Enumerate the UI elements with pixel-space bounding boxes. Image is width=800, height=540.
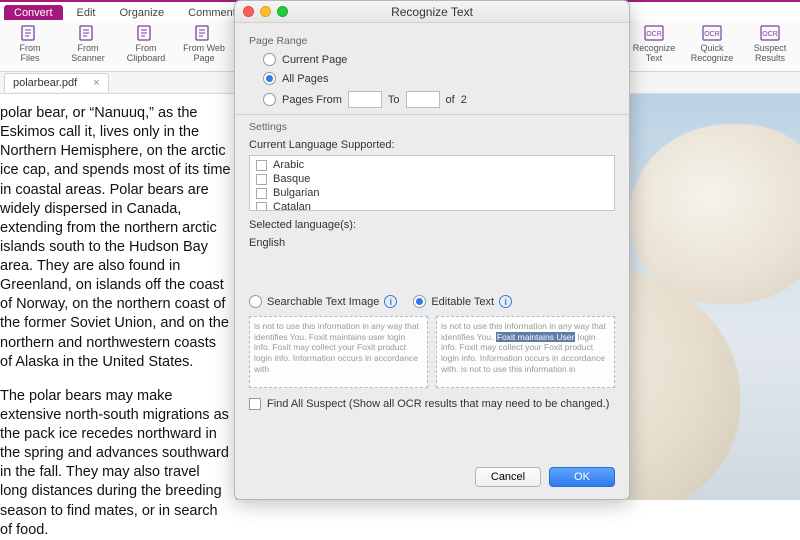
close-window-icon[interactable] xyxy=(243,6,254,17)
checkbox-icon xyxy=(256,202,267,212)
svg-text:OCR: OCR xyxy=(704,31,720,38)
dialog-titlebar: Recognize Text xyxy=(235,1,629,23)
current-page-option[interactable]: Current Page xyxy=(263,53,615,66)
option-label: All Pages xyxy=(282,73,328,85)
svg-text:OCR: OCR xyxy=(762,31,778,38)
window-controls xyxy=(243,6,288,17)
pages-from-option[interactable]: Pages From To of 2 xyxy=(263,91,615,108)
total-pages: 2 xyxy=(461,94,467,106)
close-tab-icon[interactable]: × xyxy=(93,77,99,89)
language-item[interactable]: Arabic xyxy=(250,158,614,172)
ribbon-from-web-page[interactable]: From WebPage xyxy=(180,24,228,64)
language-supported-label: Current Language Supported: xyxy=(249,139,615,151)
svg-text:OCR: OCR xyxy=(646,31,662,38)
radio-icon xyxy=(263,93,276,106)
dialog-title: Recognize Text xyxy=(391,5,473,19)
doc-paragraph: The polar bears may make extensive north… xyxy=(0,387,231,540)
menu-tab-edit[interactable]: Edit xyxy=(67,5,106,20)
zoom-window-icon[interactable] xyxy=(277,6,288,17)
ribbon-label: Text xyxy=(646,54,663,64)
searchable-text-option[interactable]: Searchable Text Image i xyxy=(249,295,397,308)
doc-paragraph: polar bear, or “Nanuuq,” as the Eskimos … xyxy=(0,104,231,372)
info-icon[interactable]: i xyxy=(384,295,397,308)
document-tab[interactable]: polarbear.pdf × xyxy=(4,73,109,92)
menu-tab-organize[interactable]: Organize xyxy=(110,5,175,20)
checkbox-icon xyxy=(256,174,267,185)
ribbon-icon: OCR xyxy=(643,24,665,42)
page-to-input[interactable] xyxy=(406,91,440,108)
radio-icon xyxy=(263,72,276,85)
ribbon-from-files[interactable]: FromFiles xyxy=(6,24,54,64)
menu-tab-convert[interactable]: Convert xyxy=(4,5,63,20)
language-name: Bulgarian xyxy=(273,187,319,199)
info-icon[interactable]: i xyxy=(499,295,512,308)
ribbon-icon xyxy=(135,24,157,42)
ribbon-suspect-results[interactable]: OCRSuspectResults xyxy=(746,24,794,64)
editable-text-option[interactable]: Editable Text i xyxy=(413,295,512,308)
of-label: of xyxy=(446,94,455,106)
page-from-input[interactable] xyxy=(348,91,382,108)
checkbox-icon xyxy=(249,398,261,410)
page-range-label: Page Range xyxy=(249,35,615,47)
ribbon-icon xyxy=(19,24,41,42)
ribbon-from-clipboard[interactable]: FromClipboard xyxy=(122,24,170,64)
ribbon-label: Results xyxy=(755,54,785,64)
all-pages-option[interactable]: All Pages xyxy=(263,72,615,85)
ok-button[interactable]: OK xyxy=(549,467,615,487)
option-label: Searchable Text Image xyxy=(267,296,379,308)
language-item[interactable]: Basque xyxy=(250,172,614,186)
minimize-window-icon[interactable] xyxy=(260,6,271,17)
selected-language-label: Selected language(s): xyxy=(249,219,615,231)
language-name: Arabic xyxy=(273,159,304,171)
ribbon-label: Files xyxy=(20,54,39,64)
language-item[interactable]: Catalan xyxy=(250,200,614,211)
option-label: Find All Suspect (Show all OCR results t… xyxy=(267,398,609,410)
selected-language-value: English xyxy=(249,237,615,249)
recognize-text-dialog: Recognize Text Page Range Current Page A… xyxy=(234,0,630,500)
language-name: Basque xyxy=(273,173,310,185)
checkbox-icon xyxy=(256,188,267,199)
option-label: Editable Text xyxy=(431,296,494,308)
option-label: Current Page xyxy=(282,54,347,66)
find-all-suspect-option[interactable]: Find All Suspect (Show all OCR results t… xyxy=(249,398,615,410)
radio-icon xyxy=(413,295,426,308)
ribbon-recognize-text[interactable]: OCRRecognizeText xyxy=(630,24,678,64)
ribbon-from-scanner[interactable]: FromScanner xyxy=(64,24,112,64)
radio-icon xyxy=(263,53,276,66)
ribbon-icon xyxy=(193,24,215,42)
ribbon-label: Scanner xyxy=(71,54,105,64)
ribbon-label: Clipboard xyxy=(127,54,166,64)
preview-searchable: is not to use this information in any wa… xyxy=(249,316,428,388)
cancel-button[interactable]: Cancel xyxy=(475,467,541,487)
document-tab-name: polarbear.pdf xyxy=(13,77,77,89)
ribbon-icon xyxy=(77,24,99,42)
preview-editable: is not to use this information in any wa… xyxy=(436,316,615,388)
ribbon-quick-recognize[interactable]: OCRQuickRecognize xyxy=(688,24,736,64)
checkbox-icon xyxy=(256,160,267,171)
ribbon-icon: OCR xyxy=(759,24,781,42)
language-item[interactable]: Bulgarian xyxy=(250,186,614,200)
language-name: Catalan xyxy=(273,201,311,211)
ribbon-label: Recognize xyxy=(691,54,734,64)
settings-label: Settings xyxy=(249,121,615,133)
ribbon-label: Page xyxy=(193,54,214,64)
document-text: polar bear, or “Nanuuq,” as the Eskimos … xyxy=(0,94,235,500)
option-label: Pages From xyxy=(282,94,342,106)
language-list[interactable]: Arabic Basque Bulgarian Catalan xyxy=(249,155,615,211)
to-label: To xyxy=(388,94,400,106)
radio-icon xyxy=(249,295,262,308)
ribbon-icon: OCR xyxy=(701,24,723,42)
